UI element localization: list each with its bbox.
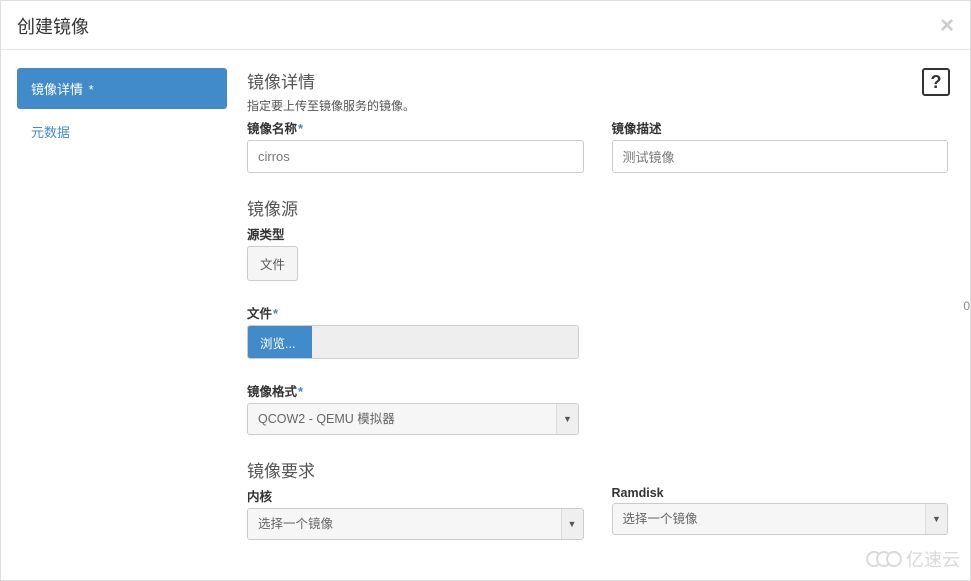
col-kernel: 内核 选择一个镜像 ▼ [247,486,584,540]
required-mark-icon: * [89,82,94,97]
label-source-type: 源类型 [247,224,948,243]
modal-body: 镜像详情 * 元数据 ? 镜像详情 指定要上传至镜像服务的镜像。 镜像名称* [1,50,970,581]
label-image-name: 镜像名称* [247,118,584,137]
required-asterisk-icon: * [298,384,303,399]
row-kernel-ramdisk: 内核 选择一个镜像 ▼ Ramdisk 选择一个镜像 ▼ [247,486,948,540]
modal-header: 创建镜像 × [1,1,970,50]
image-format-select[interactable]: QCOW2 - QEMU 模拟器 [247,403,579,435]
section-title-source: 镜像源 [247,195,948,220]
form-content: ? 镜像详情 指定要上传至镜像服务的镜像。 镜像名称* 镜像描述 镜像源 [247,68,954,581]
side-tabs: 镜像详情 * 元数据 [17,68,227,581]
file-upload-row: 浏览... [247,325,579,359]
ramdisk-select[interactable]: 选择一个镜像 [612,503,949,535]
ramdisk-select-wrap: 选择一个镜像 ▼ [612,503,949,535]
tab-image-details[interactable]: 镜像详情 * [17,68,227,109]
col-image-desc: 镜像描述 [612,118,949,173]
image-desc-input[interactable] [612,140,949,173]
kernel-select[interactable]: 选择一个镜像 [247,508,584,540]
col-ramdisk: Ramdisk 选择一个镜像 ▼ [612,486,949,540]
label-kernel: 内核 [247,486,584,505]
tab-metadata[interactable]: 元数据 [17,111,227,152]
required-asterisk-icon: * [298,121,303,136]
help-icon[interactable]: ? [922,68,950,96]
required-asterisk-icon: * [273,306,278,321]
label-file: 文件* [247,303,948,322]
file-path-display [312,326,578,358]
col-image-name: 镜像名称* [247,118,584,173]
image-format-select-wrap: QCOW2 - QEMU 模拟器 ▼ [247,403,579,435]
label-ramdisk: Ramdisk [612,486,949,500]
image-name-input[interactable] [247,140,584,173]
tab-label: 镜像详情 [31,82,83,97]
row-name-desc: 镜像名称* 镜像描述 [247,118,948,173]
browse-button[interactable]: 浏览... [248,326,312,358]
label-image-format: 镜像格式* [247,381,948,400]
modal-title: 创建镜像 [17,13,89,39]
kernel-select-wrap: 选择一个镜像 ▼ [247,508,584,540]
section-title-reqs: 镜像要求 [247,457,948,482]
details-description: 指定要上传至镜像服务的镜像。 [247,97,948,114]
create-image-modal: 创建镜像 × 镜像详情 * 元数据 ? 镜像详情 指定要上传至镜像服务的镜像。 [0,0,971,581]
section-title-details: 镜像详情 [247,68,948,93]
edge-value: 0 [963,299,970,313]
source-type-file-button[interactable]: 文件 [247,246,298,281]
label-image-desc: 镜像描述 [612,118,949,137]
tab-label: 元数据 [31,125,70,140]
close-icon[interactable]: × [940,14,954,38]
